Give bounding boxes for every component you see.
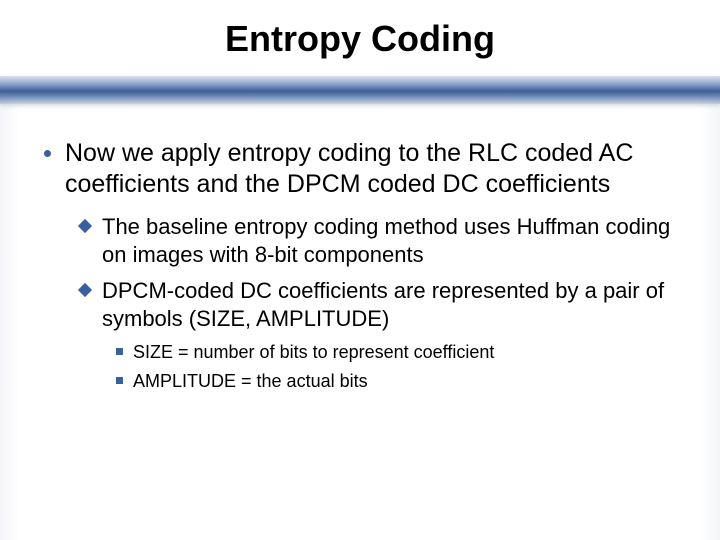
bullet-square-icon xyxy=(116,377,123,384)
bullet-diamond-icon xyxy=(78,218,92,232)
right-fade xyxy=(700,90,720,540)
sub-bullet-group: The baseline entropy coding method uses … xyxy=(44,213,676,393)
bullet-text: The baseline entropy coding method uses … xyxy=(102,213,676,269)
bullet-text: Now we apply entropy coding to the RLC c… xyxy=(65,138,676,201)
bullet-square-icon xyxy=(116,348,123,355)
content-area: Now we apply entropy coding to the RLC c… xyxy=(0,104,720,393)
slide-title: Entropy Coding xyxy=(0,0,720,70)
bullet-level1: Now we apply entropy coding to the RLC c… xyxy=(44,138,676,201)
header-band xyxy=(0,76,720,104)
left-fade xyxy=(0,90,20,540)
bullet-diamond-icon xyxy=(78,283,92,297)
bullet-level3: AMPLITUDE = the actual bits xyxy=(112,370,676,393)
slide: Entropy Coding Now we apply entropy codi… xyxy=(0,0,720,540)
bullet-level2: The baseline entropy coding method uses … xyxy=(76,213,676,269)
bullet-text: SIZE = number of bits to represent coeff… xyxy=(133,341,494,364)
bullet-level2: DPCM-coded DC coefficients are represent… xyxy=(76,277,676,333)
subsub-bullet-group: SIZE = number of bits to represent coeff… xyxy=(76,341,676,393)
bullet-text: DPCM-coded DC coefficients are represent… xyxy=(102,277,676,333)
bullet-level3: SIZE = number of bits to represent coeff… xyxy=(112,341,676,364)
bullet-text: AMPLITUDE = the actual bits xyxy=(133,370,368,393)
bullet-dot-icon xyxy=(44,150,51,157)
